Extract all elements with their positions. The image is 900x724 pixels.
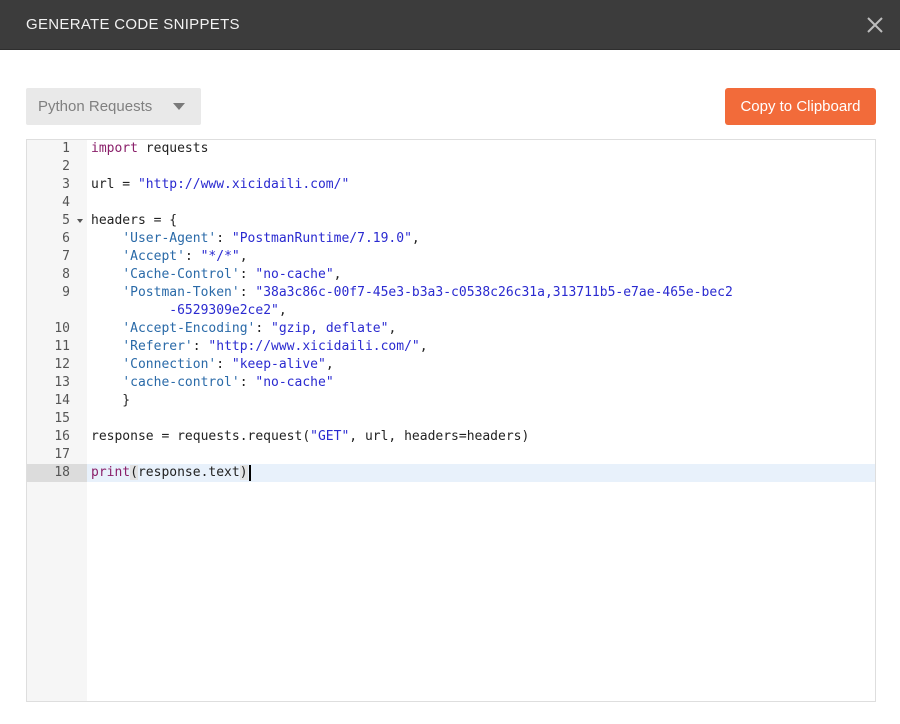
code-token: 'User-Agent' [122, 231, 217, 246]
code-token: "http://www.xicidaili.com/" [208, 339, 420, 354]
code-token: 'Accept-Encoding' [122, 321, 256, 336]
line-number: 13 [54, 375, 70, 390]
line-number: 8 [62, 267, 70, 282]
code-line: 9 'Postman-Token': "38a3c86c-00f7-45e3-b… [27, 284, 875, 320]
code-line: 2 [27, 158, 875, 176]
code-line: 17 [27, 446, 875, 464]
code-line: 5 headers = { [27, 212, 875, 230]
chevron-down-icon [173, 103, 185, 110]
code-snippet-dialog: GENERATE CODE SNIPPETS Python Requests C… [0, 0, 900, 724]
code-line: 10 'Accept-Encoding': "gzip, deflate", [27, 320, 875, 338]
code-line: 12 'Connection': "keep-alive", [27, 356, 875, 374]
code-token: 'Referer' [122, 339, 193, 354]
line-number: 1 [62, 141, 70, 156]
line-number: 15 [54, 411, 70, 426]
code-token: } [91, 393, 131, 408]
code-token: "http://www.xicidaili.com/" [137, 177, 350, 192]
close-icon[interactable] [850, 0, 900, 50]
code-token: response = requests.request( [91, 429, 311, 444]
code-line: 4 [27, 194, 875, 212]
line-number: 6 [62, 231, 70, 246]
code-token: import [91, 141, 138, 156]
text-cursor [248, 464, 251, 481]
snippet-toolbar: Python Requests Copy to Clipboard [26, 88, 876, 125]
line-number: 2 [62, 159, 70, 174]
line-number: 11 [54, 339, 70, 354]
line-number: 9 [62, 285, 70, 300]
code-token: "no-cache" [255, 267, 334, 282]
code-token: 'Connection' [122, 357, 217, 372]
line-number: 7 [62, 249, 70, 264]
code-line: 7 'Accept': "*/*", [27, 248, 875, 266]
code-lines: 1 import requests 2 3 url = "http://www.… [27, 140, 875, 482]
code-line: 16 response = requests.request("GET", ur… [27, 428, 875, 446]
line-number: 14 [54, 393, 70, 408]
line-number: 16 [54, 429, 70, 444]
code-token: = { [145, 213, 178, 228]
code-token: "GET" [310, 429, 350, 444]
code-token: "PostmanRuntime/7.19.0" [231, 231, 412, 246]
code-token: "keep-alive" [231, 357, 326, 372]
code-token: url [91, 177, 115, 192]
code-token: 'cache-control' [122, 375, 240, 390]
line-number: 10 [54, 321, 70, 336]
line-number: 12 [54, 357, 70, 372]
code-token: = [114, 177, 138, 192]
code-line: 14 } [27, 392, 875, 410]
code-token: requests [137, 141, 209, 156]
dialog-title: GENERATE CODE SNIPPETS [26, 16, 240, 33]
code-token: , url, headers=headers) [349, 429, 530, 444]
language-select[interactable]: Python Requests [26, 88, 201, 125]
code-line: 15 [27, 410, 875, 428]
code-token: "38a3c86c-00f7-45e3-b3a3-c0538c26c31a,31… [255, 285, 733, 300]
code-line: 13 'cache-control': "no-cache" [27, 374, 875, 392]
code-token: 'Accept' [122, 249, 185, 264]
code-token: "gzip, deflate" [271, 321, 389, 336]
code-line: 1 import requests [27, 140, 875, 158]
code-line: 8 'Cache-Control': "no-cache", [27, 266, 875, 284]
code-token: 'Postman-Token' [122, 285, 240, 300]
code-token: print [91, 465, 131, 480]
code-token: -6529309e2ce2" [169, 303, 279, 318]
code-token: 'Cache-Control' [122, 267, 240, 282]
dialog-header: GENERATE CODE SNIPPETS [0, 0, 900, 50]
language-select-value: Python Requests [38, 98, 153, 115]
copy-to-clipboard-button[interactable]: Copy to Clipboard [725, 88, 876, 125]
fold-toggle-icon[interactable] [75, 212, 85, 230]
code-token: "*/*" [200, 249, 240, 264]
code-editor[interactable]: 1 import requests 2 3 url = "http://www.… [26, 139, 876, 702]
code-line-active: 18 print(response.text) [27, 464, 875, 482]
line-number: 4 [62, 195, 70, 210]
code-line: 6 'User-Agent': "PostmanRuntime/7.19.0", [27, 230, 875, 248]
line-number: 17 [54, 447, 70, 462]
code-token: response.text [137, 465, 240, 480]
line-number: 3 [62, 177, 70, 192]
code-line: 3 url = "http://www.xicidaili.com/" [27, 176, 875, 194]
code-line: 11 'Referer': "http://www.xicidaili.com/… [27, 338, 875, 356]
code-token: "no-cache" [255, 375, 334, 390]
line-number: 18 [27, 464, 87, 482]
code-token: headers [91, 213, 146, 228]
